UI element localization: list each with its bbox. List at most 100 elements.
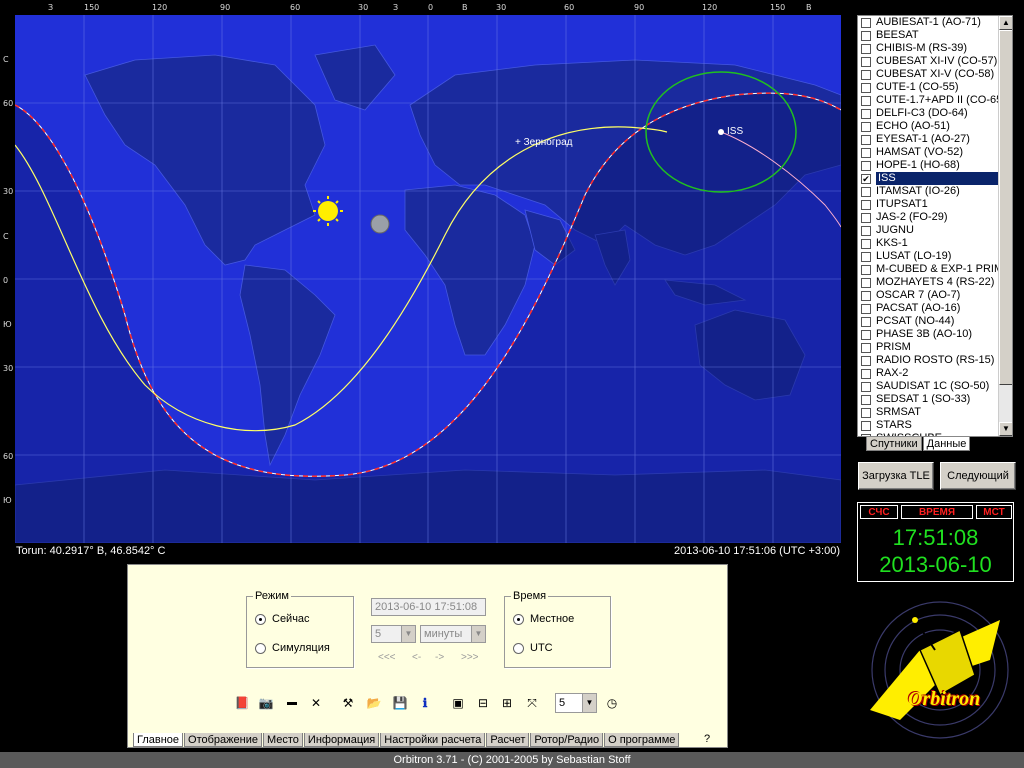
step-unit-select[interactable]: минуты ▼ <box>420 625 486 643</box>
tab-main-0[interactable]: Главное <box>133 733 184 747</box>
time-local-radio[interactable]: Местное <box>513 613 574 625</box>
checkbox-icon[interactable] <box>861 342 871 353</box>
satellite-item[interactable]: PCSAT (NO-44) <box>858 315 1012 328</box>
fullscreen-icon[interactable]: ⤧ <box>522 693 542 713</box>
clock-icon[interactable]: ◷ <box>602 693 622 713</box>
satellite-item[interactable]: HOPE-1 (HO-68) <box>858 159 1012 172</box>
satellite-item[interactable]: SEDSAT 1 (SO-33) <box>858 393 1012 406</box>
tab-satellites[interactable]: Спутники <box>866 437 922 451</box>
checkbox-icon[interactable] <box>861 381 871 392</box>
book-icon[interactable]: 📕 <box>232 693 252 713</box>
checkbox-icon[interactable] <box>861 264 871 275</box>
scroll-up-icon[interactable]: ▲ <box>999 16 1012 30</box>
sim-datetime-field[interactable]: 2013-06-10 17:51:08 <box>371 598 486 616</box>
satellite-item[interactable]: OSCAR 7 (AO-7) <box>858 289 1012 302</box>
satellite-item[interactable]: MOZHAYETS 4 (RS-22) <box>858 276 1012 289</box>
checkbox-icon[interactable] <box>861 108 871 119</box>
satellite-item[interactable]: BEESAT <box>858 29 1012 42</box>
camera-icon[interactable]: 📷 <box>256 693 276 713</box>
checkbox-icon[interactable] <box>861 43 871 54</box>
nav-back-button[interactable]: <- <box>412 652 421 663</box>
checkbox-icon[interactable] <box>861 95 871 106</box>
satellite-item[interactable]: CUTE-1.7+APD II (CO-65) <box>858 94 1012 107</box>
satellite-item[interactable]: HAMSAT (VO-52) <box>858 146 1012 159</box>
checkbox-icon[interactable] <box>861 368 871 379</box>
satellite-item[interactable]: PHASE 3B (AO-10) <box>858 328 1012 341</box>
checkbox-icon[interactable] <box>861 134 871 145</box>
checkbox-icon[interactable] <box>861 225 871 236</box>
satellite-item[interactable]: EYESAT-1 (AO-27) <box>858 133 1012 146</box>
satellite-item[interactable]: RADIO ROSTO (RS-15) <box>858 354 1012 367</box>
checkbox-icon[interactable] <box>861 17 871 28</box>
tab-main-1[interactable]: Отображение <box>184 733 262 747</box>
step-value-select[interactable]: 5 ▼ <box>371 625 416 643</box>
tab-main-3[interactable]: Информация <box>303 733 380 747</box>
load-tle-button[interactable]: Загрузка TLE <box>858 462 934 490</box>
satellite-item[interactable]: JAS-2 (FO-29) <box>858 211 1012 224</box>
satellite-item[interactable]: DELFI-C3 (DO-64) <box>858 107 1012 120</box>
satellite-item[interactable]: M-CUBED & EXP-1 PRIM <box>858 263 1012 276</box>
checkbox-icon[interactable] <box>861 30 871 41</box>
tab-main-5[interactable]: Расчет <box>486 733 530 747</box>
satellite-item[interactable]: CUBESAT XI-V (CO-58) <box>858 68 1012 81</box>
nav-back-fast-button[interactable]: <<< <box>378 652 396 663</box>
satellite-item[interactable]: ✔ ISS <box>858 172 1012 185</box>
checkbox-icon[interactable] <box>861 355 871 366</box>
scroll-thumb[interactable] <box>999 30 1012 385</box>
tab-main-2[interactable]: Место <box>262 733 303 747</box>
satellite-item[interactable]: LUSAT (LO-19) <box>858 250 1012 263</box>
info-icon[interactable]: ℹ <box>415 693 435 713</box>
satellite-item[interactable]: ECHO (AO-51) <box>858 120 1012 133</box>
save-icon[interactable]: 💾 <box>390 693 410 713</box>
satellite-item[interactable]: RAX-2 <box>858 367 1012 380</box>
checkbox-icon[interactable] <box>861 186 871 197</box>
next-button[interactable]: Следующий <box>940 462 1016 490</box>
satellite-item[interactable]: SRMSAT <box>858 406 1012 419</box>
satellite-item[interactable]: KKS-1 <box>858 237 1012 250</box>
checkbox-icon[interactable] <box>861 199 871 210</box>
tools-icon[interactable]: ⚒ <box>338 693 358 713</box>
satellite-item[interactable]: PRISM <box>858 341 1012 354</box>
checkbox-icon[interactable] <box>861 290 871 301</box>
folder-icon[interactable]: 📂 <box>364 693 384 713</box>
mode-sim-radio[interactable]: Симуляция <box>255 642 330 654</box>
checkbox-icon[interactable] <box>861 303 871 314</box>
checkbox-icon[interactable] <box>861 69 871 80</box>
satellite-item[interactable]: CUTE-1 (CO-55) <box>858 81 1012 94</box>
satellite-item[interactable]: ITUPSAT1 <box>858 198 1012 211</box>
satellite-item[interactable]: PACSAT (AO-16) <box>858 302 1012 315</box>
tab-main-7[interactable]: О программе <box>604 733 680 747</box>
satellite-list[interactable]: AUBIESAT-1 (AO-71) BEESAT CHIBIS-M (RS-39)… <box>857 15 1013 437</box>
checkbox-icon[interactable] <box>861 394 871 405</box>
checkbox-icon[interactable] <box>861 316 871 327</box>
checkbox-icon[interactable] <box>861 121 871 132</box>
window-1-icon[interactable]: ▣ <box>448 693 468 713</box>
nav-forward-button[interactable]: -> <box>435 652 444 663</box>
satellite-list-scrollbar[interactable]: ▲ ▼ <box>998 16 1012 436</box>
world-map[interactable]: + Зерноград ISS <box>15 15 841 543</box>
window-3-icon[interactable]: ⊞ <box>497 693 517 713</box>
checkbox-icon[interactable] <box>861 238 871 249</box>
time-utc-radio[interactable]: UTC <box>513 642 553 654</box>
tab-main-6[interactable]: Ротор/Радио <box>530 733 604 747</box>
mode-now-radio[interactable]: Сейчас <box>255 613 310 625</box>
tab-main-4[interactable]: Настройки расчета <box>380 733 486 747</box>
satellite-item[interactable]: CUBESAT XI-IV (CO-57) <box>858 55 1012 68</box>
window-2-icon[interactable]: ⊟ <box>473 693 493 713</box>
minimize-icon[interactable]: ▬ <box>282 693 302 713</box>
checkbox-checked-icon[interactable]: ✔ <box>861 173 871 184</box>
checkbox-icon[interactable] <box>861 420 871 431</box>
checkbox-icon[interactable] <box>861 147 871 158</box>
satellite-item[interactable]: AUBIESAT-1 (AO-71) <box>858 16 1012 29</box>
checkbox-icon[interactable] <box>861 407 871 418</box>
help-tab[interactable]: ? <box>704 733 710 745</box>
satellite-item[interactable]: CHIBIS-M (RS-39) <box>858 42 1012 55</box>
checkbox-icon[interactable] <box>861 82 871 93</box>
tab-data[interactable]: Данные <box>922 437 971 451</box>
checkbox-icon[interactable] <box>861 56 871 67</box>
close-icon[interactable]: ✕ <box>306 693 326 713</box>
checkbox-icon[interactable] <box>861 212 871 223</box>
checkbox-icon[interactable] <box>861 329 871 340</box>
scroll-down-icon[interactable]: ▼ <box>999 422 1012 436</box>
speed-select[interactable]: 5 ▼ <box>555 693 597 713</box>
